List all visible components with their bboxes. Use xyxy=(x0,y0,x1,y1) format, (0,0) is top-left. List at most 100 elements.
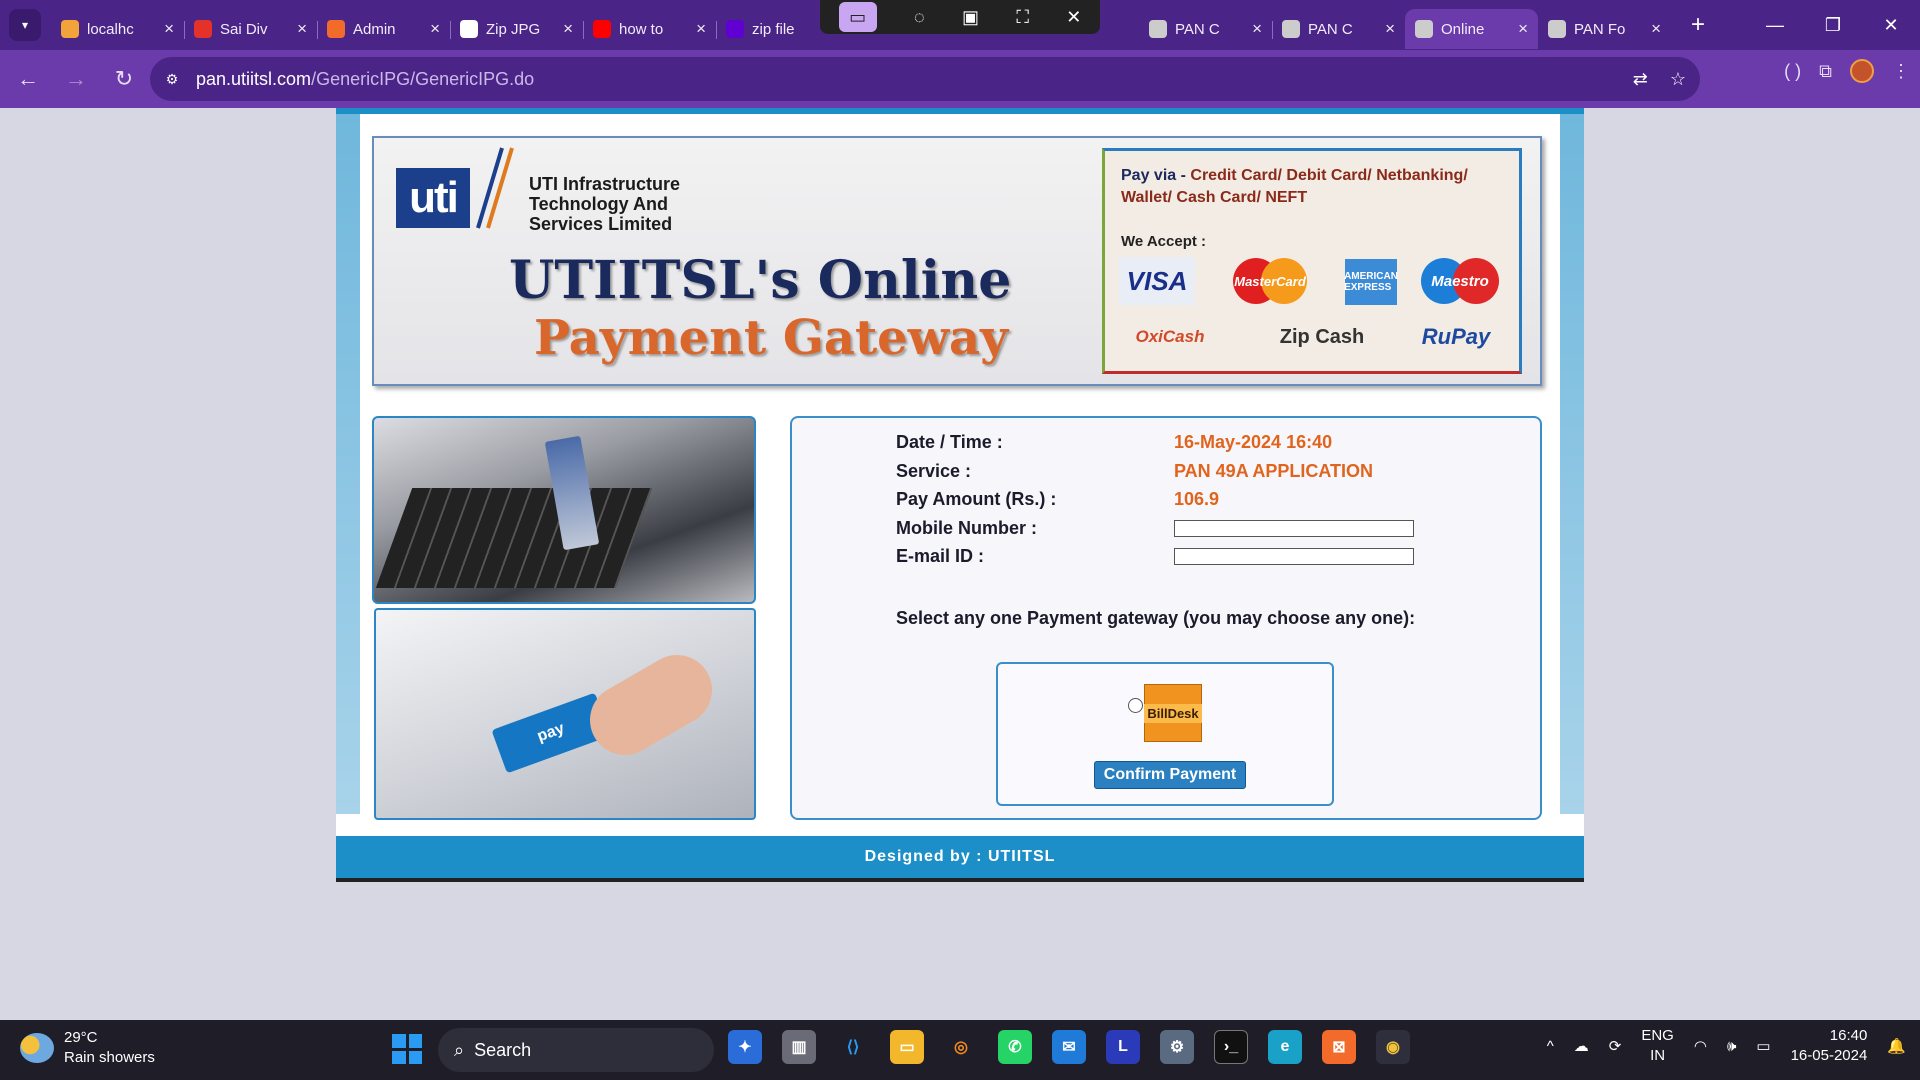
tab-close-icon[interactable]: × xyxy=(1252,19,1262,39)
forward-icon[interactable]: → xyxy=(56,59,96,99)
page-title: UTIITSL's Online xyxy=(509,250,1012,311)
close-window-icon[interactable]: ✕ xyxy=(1862,0,1920,50)
battery-icon[interactable]: ▭ xyxy=(1756,1037,1770,1055)
restore-icon[interactable]: ❐ xyxy=(1804,0,1862,50)
company-line-3: Services Limited xyxy=(529,214,673,234)
tab-close-icon[interactable]: × xyxy=(297,19,307,39)
browser-tab[interactable]: Admin × xyxy=(317,9,450,49)
site-info-icon[interactable]: ⚙ xyxy=(160,67,184,91)
window-snip-icon[interactable]: ▣ xyxy=(962,7,979,28)
notifications-icon[interactable]: 🔔 xyxy=(1887,1037,1906,1055)
close-snip-icon[interactable]: ✕ xyxy=(1066,7,1081,28)
system-tray: ^ ☁ ⟳ ENG IN ◠ 🕪 ▭ 16:40 16-05-2024 🔔 xyxy=(1547,1026,1906,1066)
tab-label: PAN C xyxy=(1175,20,1220,38)
fullscreen-snip-icon[interactable]: ⛶ xyxy=(1016,7,1029,28)
gateway-options: BillDesk Confirm Payment xyxy=(996,662,1334,806)
tab-label: zip file xyxy=(752,20,795,38)
taskbar-search[interactable]: ⌕ Search xyxy=(438,1028,714,1072)
temperature: 29°C xyxy=(64,1029,98,1046)
accepted-payments-box: Pay via - Credit Card/ Debit Card/ Netba… xyxy=(1102,148,1522,374)
browser-tab[interactable]: PAN Fo × xyxy=(1538,9,1671,49)
clock[interactable]: 16:40 16-05-2024 xyxy=(1791,1026,1868,1066)
browser-toolbar: ← → ↻ ⚙ pan.utiitsl.com/GenericIPG/Gener… xyxy=(0,50,1920,108)
address-bar[interactable]: ⚙ pan.utiitsl.com/GenericIPG/GenericIPG.… xyxy=(150,57,1700,101)
volume-icon[interactable]: 🕪 xyxy=(1727,1038,1736,1055)
reload-icon[interactable]: ↻ xyxy=(104,59,144,99)
copilot-icon[interactable]: ✦ xyxy=(728,1030,762,1064)
weather-widget[interactable]: 29°C Rain showers xyxy=(20,1028,155,1068)
tab-close-icon[interactable]: × xyxy=(563,19,573,39)
browser-tab[interactable]: Zip JPG × xyxy=(450,9,583,49)
xampp-icon[interactable]: ⊠ xyxy=(1322,1030,1356,1064)
browser-tab[interactable]: PAN C × xyxy=(1139,9,1272,49)
search-icon: ⌕ xyxy=(454,1039,465,1060)
freeform-snip-icon[interactable]: ◌ xyxy=(914,7,925,28)
jupyter-icon[interactable]: ◎ xyxy=(944,1030,978,1064)
profile-avatar[interactable] xyxy=(1850,59,1874,83)
tab-close-icon[interactable]: × xyxy=(1651,19,1661,39)
service-label: Service : xyxy=(896,461,972,481)
snipping-toolbar: ▭ ◌ ▣ ⛶ ✕ xyxy=(820,0,1100,34)
back-icon[interactable]: ← xyxy=(8,59,48,99)
chevron-up-icon[interactable]: ^ xyxy=(1547,1038,1554,1055)
mastercard-logo: MasterCard xyxy=(1233,257,1307,305)
tab-close-icon[interactable]: × xyxy=(164,19,174,39)
sync-icon[interactable]: ⟳ xyxy=(1609,1037,1622,1055)
maestro-logo: Maestro xyxy=(1421,257,1499,305)
browser-tab[interactable]: how to × xyxy=(583,9,716,49)
whatsapp-icon[interactable]: ✆ xyxy=(998,1030,1032,1064)
amex-logo: AMERICAN EXPRESS xyxy=(1344,259,1398,305)
language-indicator[interactable]: ENG IN xyxy=(1641,1026,1674,1066)
search-placeholder: Search xyxy=(474,1039,532,1060)
tab-label: Online xyxy=(1441,20,1485,38)
tab-close-icon[interactable]: × xyxy=(430,19,440,39)
select-gateway-prompt: Select any one Payment gateway (you may … xyxy=(896,608,1416,628)
mobile-label: Mobile Number : xyxy=(896,518,1038,538)
bookmark-star-icon[interactable]: ☆ xyxy=(1670,69,1686,90)
openai-icon xyxy=(460,20,478,38)
new-tab-button[interactable]: + xyxy=(1691,11,1705,39)
youtube-icon xyxy=(593,20,611,38)
billdesk-logo[interactable]: BillDesk xyxy=(1144,684,1202,742)
confirm-payment-button[interactable]: Confirm Payment xyxy=(1094,761,1246,789)
extensions-puzzle-icon[interactable]: ⧉ xyxy=(1819,61,1832,82)
extension-icon[interactable]: ( ) xyxy=(1784,61,1801,82)
clock-time: 16:40 xyxy=(1829,1027,1868,1044)
translate-icon[interactable]: ⇄ xyxy=(1633,69,1648,90)
edge-icon[interactable]: e xyxy=(1268,1030,1302,1064)
tab-close-icon[interactable]: × xyxy=(1518,19,1528,39)
maestro-text: Maestro xyxy=(1431,272,1489,290)
wifi-icon[interactable]: ◠ xyxy=(1694,1037,1707,1055)
mail-icon[interactable]: ✉ xyxy=(1052,1030,1086,1064)
flag-icon xyxy=(194,20,212,38)
url-host: pan.utiitsl.com xyxy=(196,68,312,89)
terminal-icon[interactable]: ›_ xyxy=(1214,1030,1248,1064)
oxicash-logo: OxiCash xyxy=(1135,327,1205,346)
tab-close-icon[interactable]: × xyxy=(1385,19,1395,39)
window-controls: — ❐ ✕ xyxy=(1746,0,1920,50)
launcher-icon[interactable]: L xyxy=(1106,1030,1140,1064)
browser-tab[interactable]: Sai Div × xyxy=(184,9,317,49)
browser-tab[interactable]: Online × xyxy=(1405,9,1538,49)
menu-kebab-icon[interactable]: ⋮ xyxy=(1892,61,1910,82)
settings-gear-icon[interactable]: ⚙ xyxy=(1160,1030,1194,1064)
web-page: uti UTI Infrastructure Technology And Se… xyxy=(0,108,1920,1020)
payment-form: Date / Time : 16-May-2024 16:40 Service … xyxy=(790,416,1542,820)
tab-label: PAN Fo xyxy=(1574,20,1626,38)
chrome-icon[interactable]: ◉ xyxy=(1376,1030,1410,1064)
billdesk-radio[interactable] xyxy=(1128,698,1143,713)
browser-tab[interactable]: PAN C × xyxy=(1272,9,1405,49)
vscode-icon[interactable]: ⟨⟩ xyxy=(836,1030,870,1064)
windows-start-icon[interactable] xyxy=(392,1034,422,1064)
minimize-icon[interactable]: — xyxy=(1746,0,1804,50)
tab-search-button[interactable]: ▾ xyxy=(9,9,41,41)
task-view-icon[interactable]: ▥ xyxy=(782,1030,816,1064)
browser-tab[interactable]: localhc × xyxy=(51,9,184,49)
file-explorer-icon[interactable]: ▭ xyxy=(890,1030,924,1064)
rectangle-snip-icon[interactable]: ▭ xyxy=(838,2,877,32)
tab-close-icon[interactable]: × xyxy=(696,19,706,39)
onedrive-icon[interactable]: ☁ xyxy=(1574,1037,1589,1055)
mobile-number-input[interactable] xyxy=(1174,520,1414,537)
admin-icon xyxy=(327,20,345,38)
email-input[interactable] xyxy=(1174,548,1414,565)
